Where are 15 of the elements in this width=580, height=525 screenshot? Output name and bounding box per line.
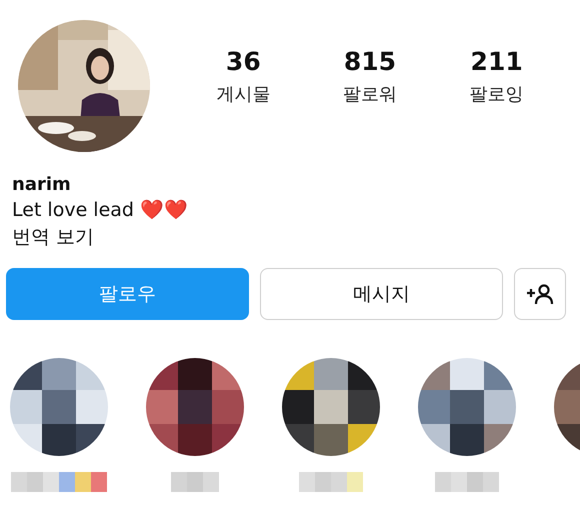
stat-label: 팔로워	[342, 82, 397, 106]
add-person-button[interactable]	[514, 268, 566, 320]
add-person-icon	[526, 283, 554, 305]
username: narim	[12, 174, 71, 195]
stat-count: 211	[470, 46, 523, 76]
stat-count: 815	[344, 46, 396, 76]
translate-link[interactable]: 번역 보기	[12, 224, 94, 250]
bio-text: Let love lead ❤❤	[12, 198, 188, 221]
message-button[interactable]: 메시지	[260, 268, 503, 320]
stat-count: 36	[226, 46, 261, 76]
censored-label	[171, 472, 219, 492]
censored-label	[435, 472, 499, 492]
stat-label: 게시물	[216, 82, 270, 106]
censored-label	[299, 472, 363, 492]
stat-label: 팔로잉	[470, 82, 524, 106]
